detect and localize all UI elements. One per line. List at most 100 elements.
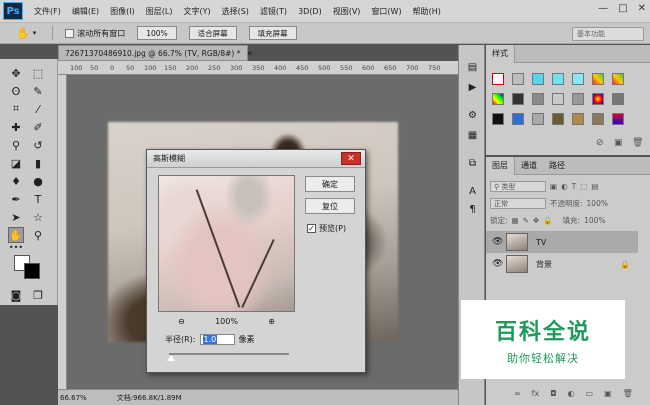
menu-view[interactable]: 视图(V) — [333, 6, 361, 17]
actions-icon[interactable]: ▶ — [466, 81, 479, 94]
lasso-tool-icon[interactable]: ʘ — [8, 83, 24, 99]
screen-mode-icon[interactable]: ❐ — [30, 287, 46, 303]
background-color-swatch[interactable] — [24, 263, 40, 279]
filter-shape-icon[interactable]: ⬚ — [580, 182, 587, 191]
lock-transparency-icon[interactable]: ▦ — [512, 216, 519, 225]
trash-icon[interactable]: 🗑 — [632, 138, 643, 148]
layer-name[interactable]: TV — [536, 238, 546, 247]
style-swatch[interactable] — [532, 93, 544, 105]
close-tab-icon[interactable]: ✕ — [247, 49, 253, 58]
menu-image[interactable]: 图像(I) — [110, 6, 135, 17]
zoom-level[interactable]: 66.67% — [60, 394, 87, 402]
style-swatch[interactable] — [592, 113, 604, 125]
style-swatch[interactable] — [492, 113, 504, 125]
maximize-button[interactable]: □ — [618, 3, 627, 14]
style-swatch[interactable] — [512, 113, 524, 125]
delete-layer-icon[interactable]: 🗑 — [623, 389, 633, 398]
close-button[interactable]: ✕ — [638, 3, 646, 14]
layer-name[interactable]: 背景 — [536, 259, 552, 270]
radius-input[interactable]: 1.0 — [199, 334, 235, 345]
new-layer-icon[interactable]: ▣ — [604, 389, 612, 398]
tab-channels[interactable]: 通道 — [515, 157, 543, 175]
blur-preview[interactable] — [158, 175, 295, 312]
fit-screen-button[interactable]: 适合屏幕 — [188, 26, 237, 40]
style-swatch[interactable] — [552, 113, 564, 125]
radius-slider-track[interactable] — [169, 353, 289, 355]
style-swatch[interactable] — [552, 93, 564, 105]
menu-type[interactable]: 文字(Y) — [183, 6, 210, 17]
minimize-button[interactable]: — — [598, 3, 608, 14]
history-brush-tool-icon[interactable]: ↺ — [30, 137, 46, 153]
menu-window[interactable]: 窗口(W) — [371, 6, 401, 17]
path-select-tool-icon[interactable]: ➤ — [8, 209, 24, 225]
eyedropper-tool-icon[interactable]: ⁄ — [30, 101, 46, 117]
style-swatch[interactable] — [612, 73, 624, 85]
brush-tool-icon[interactable]: ✐ — [30, 119, 46, 135]
menu-filter[interactable]: 滤镜(T) — [260, 6, 287, 17]
add-mask-icon[interactable]: ◘ — [550, 389, 556, 398]
filter-smart-icon[interactable]: ▤ — [591, 182, 598, 191]
eye-icon[interactable]: 👁 — [492, 259, 503, 269]
hand-tool-icon[interactable]: ✋ — [16, 27, 30, 40]
menu-edit[interactable]: 编辑(E) — [72, 6, 99, 17]
blend-mode-select[interactable]: 正常 — [490, 198, 546, 209]
fill-value[interactable]: 100% — [584, 216, 605, 225]
zoom-100-button[interactable]: 100% — [137, 26, 177, 40]
radius-value[interactable]: 1.0 — [202, 335, 218, 344]
layer-row-tv[interactable]: 👁 TV — [486, 231, 638, 253]
menu-help[interactable]: 帮助(H) — [413, 6, 441, 17]
move-tool-icon[interactable]: ✥ — [8, 65, 24, 81]
more-tools-icon[interactable]: ••• — [8, 239, 24, 255]
blur-tool-icon[interactable]: ♦ — [8, 173, 24, 189]
style-swatch[interactable] — [532, 113, 544, 125]
style-swatch[interactable] — [572, 113, 584, 125]
style-swatch[interactable] — [512, 73, 524, 85]
marquee-tool-icon[interactable]: ⬚ — [30, 65, 46, 81]
style-swatch[interactable] — [592, 73, 604, 85]
scroll-all-windows-checkbox[interactable]: 滚动所有窗口 — [65, 28, 125, 39]
preview-checkbox[interactable]: ✓ 预览(P) — [307, 223, 346, 234]
style-swatch[interactable] — [492, 93, 504, 105]
zoom-tool-icon[interactable]: ⚲ — [30, 227, 46, 243]
healing-tool-icon[interactable]: ✚ — [8, 119, 24, 135]
style-swatch[interactable] — [592, 93, 604, 105]
reset-button[interactable]: 复位 — [305, 198, 355, 214]
new-style-icon[interactable]: ▣ — [614, 138, 623, 148]
radius-slider-thumb[interactable] — [167, 355, 175, 361]
filter-pixel-icon[interactable]: ▣ — [550, 182, 557, 191]
tab-paths[interactable]: 路径 — [543, 157, 571, 175]
style-swatch[interactable] — [572, 93, 584, 105]
style-none-swatch[interactable] — [492, 73, 504, 85]
eye-icon[interactable]: 👁 — [492, 237, 503, 247]
check-icon[interactable]: ✓ — [307, 224, 316, 233]
paragraph-icon[interactable]: ¶ — [466, 203, 479, 216]
tool-preset-chevron-icon[interactable]: ▾ — [33, 29, 37, 37]
stamp-tool-icon[interactable]: ⚲ — [8, 137, 24, 153]
document-tab[interactable]: 72671370486910.jpg @ 66.7% (TV, RGB/8#) … — [58, 45, 253, 61]
menu-file[interactable]: 文件(F) — [34, 6, 61, 17]
quick-mask-icon[interactable]: ◙ — [8, 287, 24, 303]
dodge-tool-icon[interactable]: ● — [30, 173, 46, 189]
ok-button[interactable]: 确定 — [305, 176, 355, 192]
lock-pixels-icon[interactable]: ✎ — [523, 216, 529, 225]
shape-tool-icon[interactable]: ☆ — [30, 209, 46, 225]
style-swatch[interactable] — [612, 93, 624, 105]
style-swatch[interactable] — [552, 73, 564, 85]
layer-row-background[interactable]: 👁 背景 🔒 — [486, 253, 638, 275]
gradient-tool-icon[interactable]: ▮ — [30, 155, 46, 171]
fill-screen-button[interactable]: 填充屏幕 — [248, 26, 297, 40]
dialog-close-icon[interactable]: ✕ — [341, 152, 361, 165]
style-swatch[interactable] — [572, 73, 584, 85]
zoom-in-icon[interactable]: ⊕ — [268, 317, 275, 326]
lock-all-icon[interactable]: 🔒 — [543, 216, 552, 225]
type-tool-icon[interactable]: T — [30, 191, 46, 207]
adjustment-layer-icon[interactable]: ◐ — [568, 389, 575, 398]
checkbox-box[interactable] — [65, 28, 75, 38]
clone-source-icon[interactable]: ⧉ — [466, 157, 479, 170]
pen-tool-icon[interactable]: ✒ — [8, 191, 24, 207]
eraser-tool-icon[interactable]: ◪ — [8, 155, 24, 171]
filter-adjust-icon[interactable]: ◐ — [561, 182, 568, 191]
zoom-out-icon[interactable]: ⊖ — [178, 317, 185, 326]
history-icon[interactable]: ▤ — [466, 61, 479, 74]
menu-select[interactable]: 选择(S) — [222, 6, 249, 17]
